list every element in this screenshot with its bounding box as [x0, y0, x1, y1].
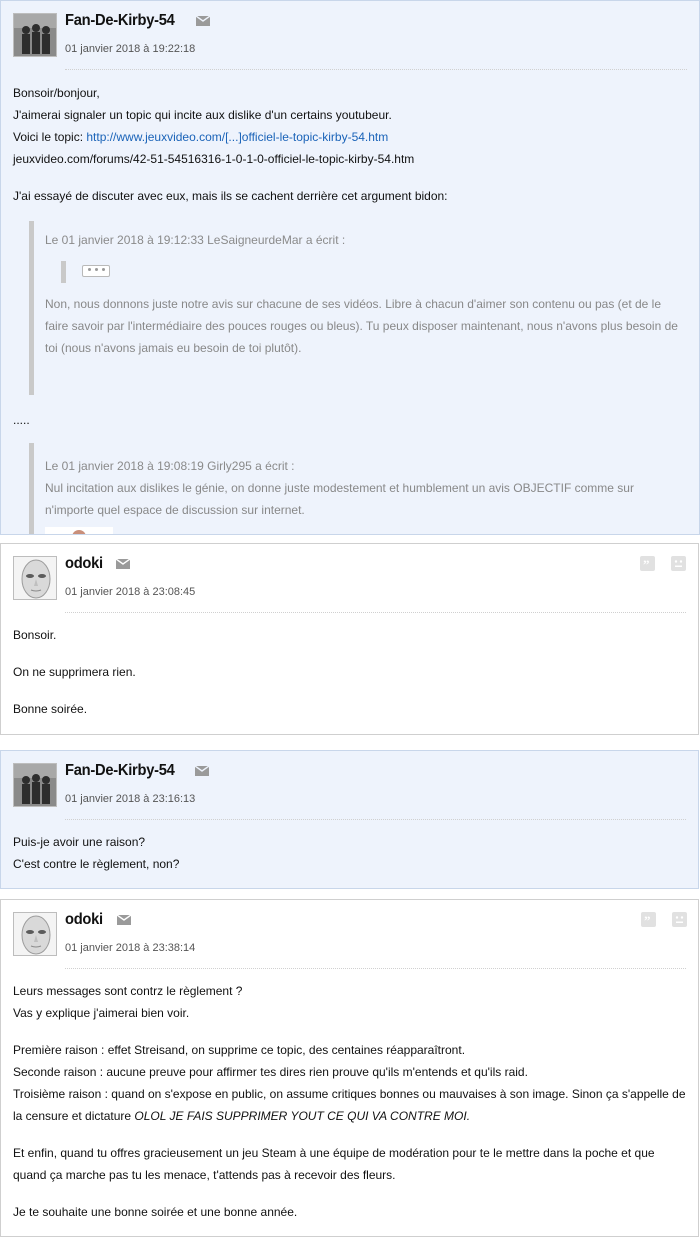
post-header: odoki 01 janvier 2018 à 23:38:14 ”: [1, 900, 698, 962]
quote-header: Le 01 janvier 2018 à 19:08:19 Girly295 a…: [45, 459, 295, 473]
text-line: Je te souhaite une bonne soirée et une b…: [13, 1205, 298, 1219]
avatar[interactable]: [13, 556, 57, 600]
text-line: C'est contre le règlement, non?: [13, 857, 180, 871]
svg-text:”: ”: [644, 913, 651, 927]
post-date[interactable]: 01 janvier 2018 à 23:38:14: [65, 942, 195, 954]
quote-text: Non, nous donnons juste notre avis sur c…: [45, 297, 678, 355]
text-line: jeuxvideo.com/forums/42-51-54516316-1-0-…: [13, 152, 415, 166]
text-line: Bonne soirée.: [13, 702, 88, 716]
text-line: .....: [13, 413, 30, 427]
post-header: Fan-De-Kirby-54 01 janvier 2018 à 23:16:…: [1, 751, 698, 813]
divider: [65, 69, 687, 70]
message-post: Fan-De-Kirby-54 01 janvier 2018 à 19:22:…: [0, 0, 700, 535]
nested-quote: [61, 261, 687, 283]
author-name[interactable]: odoki: [65, 911, 103, 929]
topic-link[interactable]: http://www.jeuxvideo.com/[...]officiel-l…: [86, 130, 388, 144]
sticker-image: [45, 527, 113, 534]
text-line: On ne supprimera rien.: [13, 665, 136, 679]
envelope-icon[interactable]: [117, 915, 131, 925]
message-body: Bonsoir/bonjour, J'aimerai signaler un t…: [13, 82, 687, 534]
text-line: Bonsoir.: [13, 628, 57, 642]
text-line: Puis-je avoir une raison?: [13, 835, 146, 849]
divider: [65, 819, 686, 820]
post-date[interactable]: 01 janvier 2018 à 23:16:13: [65, 793, 195, 805]
italic-text: OLOL JE FAIS SUPPRIMER YOUT CE QUI VA CO…: [134, 1109, 471, 1123]
quote-text: Nul incitation aux dislikes le génie, on…: [45, 481, 634, 517]
message-post: Fan-De-Kirby-54 01 janvier 2018 à 23:16:…: [0, 750, 699, 889]
text-line: J'aimerai signaler un topic qui incite a…: [13, 108, 392, 122]
message-post: odoki 01 janvier 2018 à 23:08:45 ” Bonso…: [0, 543, 699, 735]
post-header: odoki 01 janvier 2018 à 23:08:45 ”: [1, 544, 698, 606]
text-line: Première raison : effet Streisand, on su…: [13, 1043, 466, 1057]
sad-face-icon[interactable]: [672, 912, 687, 927]
sad-face-icon[interactable]: [671, 556, 686, 571]
text-line: Vas y explique j'aimerai bien voir.: [13, 1006, 190, 1020]
blockquote: Le 01 janvier 2018 à 19:12:33 LeSaigneur…: [29, 221, 687, 395]
svg-text:”: ”: [643, 557, 650, 571]
text-line: Voici le topic: http://www.jeuxvideo.com…: [13, 126, 687, 148]
avatar[interactable]: [13, 912, 57, 956]
author-name[interactable]: Fan-De-Kirby-54: [65, 12, 175, 30]
blockquote: Le 01 janvier 2018 à 19:08:19 Girly295 a…: [29, 443, 687, 534]
quote-icon[interactable]: ”: [640, 556, 655, 572]
post-date[interactable]: 01 janvier 2018 à 23:08:45: [65, 586, 195, 598]
message-body: Puis-je avoir une raison? C'est contre l…: [13, 831, 686, 875]
post-header: Fan-De-Kirby-54 01 janvier 2018 à 19:22:…: [1, 1, 699, 63]
divider: [65, 612, 686, 613]
expand-quote-button[interactable]: [82, 265, 110, 277]
author-name[interactable]: Fan-De-Kirby-54: [65, 762, 175, 780]
text-line: Bonsoir/bonjour,: [13, 86, 100, 100]
text-span: Voici le topic:: [13, 130, 87, 144]
envelope-icon[interactable]: [196, 16, 210, 26]
message-body: Bonsoir. On ne supprimera rien. Bonne so…: [13, 624, 686, 720]
post-date[interactable]: 01 janvier 2018 à 19:22:18: [65, 43, 195, 55]
divider: [65, 968, 686, 969]
author-name[interactable]: odoki: [65, 555, 103, 573]
text-line: Troisième raison : quand on s'expose en …: [13, 1083, 686, 1127]
text-line: J'ai essayé de discuter avec eux, mais i…: [13, 189, 448, 203]
envelope-icon[interactable]: [195, 766, 209, 776]
text-line: Seconde raison : aucune preuve pour affi…: [13, 1065, 528, 1079]
quote-icon[interactable]: ”: [641, 912, 656, 928]
text-line: Leurs messages sont contrz le règlement …: [13, 984, 243, 998]
avatar[interactable]: [13, 763, 57, 807]
avatar[interactable]: [13, 13, 57, 57]
text-line: Et enfin, quand tu offres gracieusement …: [13, 1146, 655, 1182]
quote-header: Le 01 janvier 2018 à 19:12:33 LeSaigneur…: [45, 233, 346, 247]
message-body: Leurs messages sont contrz le règlement …: [13, 980, 686, 1223]
envelope-icon[interactable]: [116, 559, 130, 569]
message-post: odoki 01 janvier 2018 à 23:38:14 ” Leurs…: [0, 899, 699, 1237]
